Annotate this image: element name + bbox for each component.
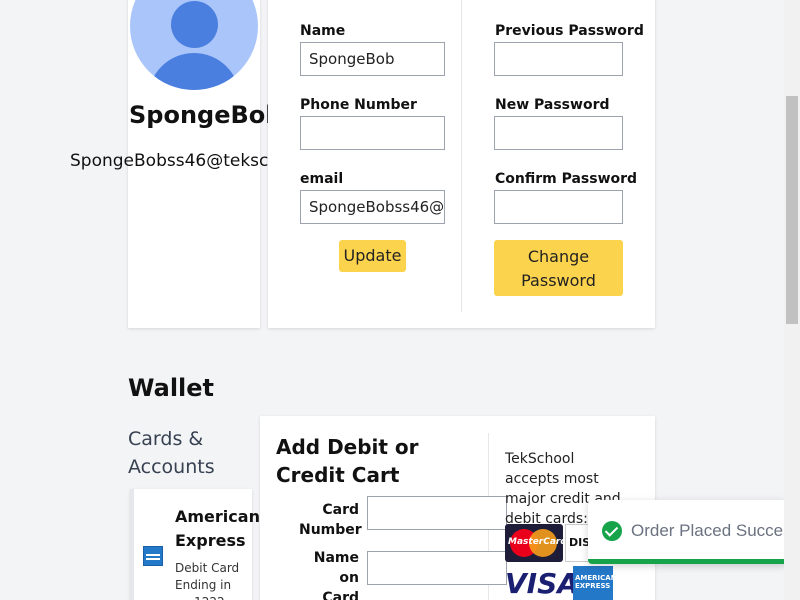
- change-password-button[interactable]: Change Password: [494, 240, 623, 296]
- wallet-title: Wallet: [128, 374, 215, 402]
- confirm-password-input[interactable]: [494, 190, 623, 224]
- new-password-input[interactable]: [494, 116, 623, 150]
- toast-progress-bar: [588, 559, 786, 564]
- name-on-card-label: Name on Card: [313, 550, 359, 600]
- email-label: email: [300, 171, 344, 187]
- success-check-icon: [602, 521, 622, 541]
- update-button[interactable]: Update: [339, 240, 406, 272]
- mastercard-logo-text: MasterCard: [508, 537, 563, 547]
- new-password-label: New Password: [495, 97, 610, 113]
- name-on-card-input[interactable]: [367, 551, 507, 585]
- form-divider: [461, 0, 462, 312]
- saved-card-description: Debit Card Ending in .... 1222: [175, 561, 240, 600]
- saved-card-brand: American Express: [175, 507, 260, 550]
- profile-name: SpongeBob: [129, 101, 283, 129]
- phone-label: Phone Number: [300, 97, 417, 113]
- amex-logo-text: AMERICAN EXPRESS: [575, 574, 617, 590]
- amex-logo: AMERICAN EXPRESS: [573, 566, 617, 600]
- change-password-line2: Password: [521, 271, 596, 290]
- card-number-input[interactable]: [367, 496, 507, 530]
- scrollbar-thumb[interactable]: [786, 96, 798, 324]
- previous-password-input[interactable]: [494, 42, 623, 76]
- confirm-password-label: Confirm Password: [495, 171, 638, 187]
- card-number-label: Card Number: [299, 502, 362, 538]
- mastercard-logo: MasterCard: [505, 524, 563, 562]
- profile-email: SpongeBobss46@teksch: [70, 151, 280, 171]
- name-label: Name: [300, 23, 346, 39]
- cards-accounts-heading: Cards & Accounts: [128, 428, 215, 478]
- name-input[interactable]: SpongeBob: [300, 42, 445, 76]
- email-input[interactable]: SpongeBobss46@: [300, 190, 445, 224]
- visa-logo: VISA: [505, 567, 579, 600]
- add-card-title: Add Debit or Credit Cart: [276, 435, 419, 487]
- amex-card-icon: [143, 546, 163, 566]
- toast-notification[interactable]: Order Placed Successfully: [588, 500, 788, 564]
- toast-message: Order Placed Successfully: [631, 521, 788, 540]
- change-password-line1: Change: [527, 247, 590, 266]
- phone-input[interactable]: [300, 116, 445, 150]
- previous-password-label: Previous Password: [495, 23, 644, 39]
